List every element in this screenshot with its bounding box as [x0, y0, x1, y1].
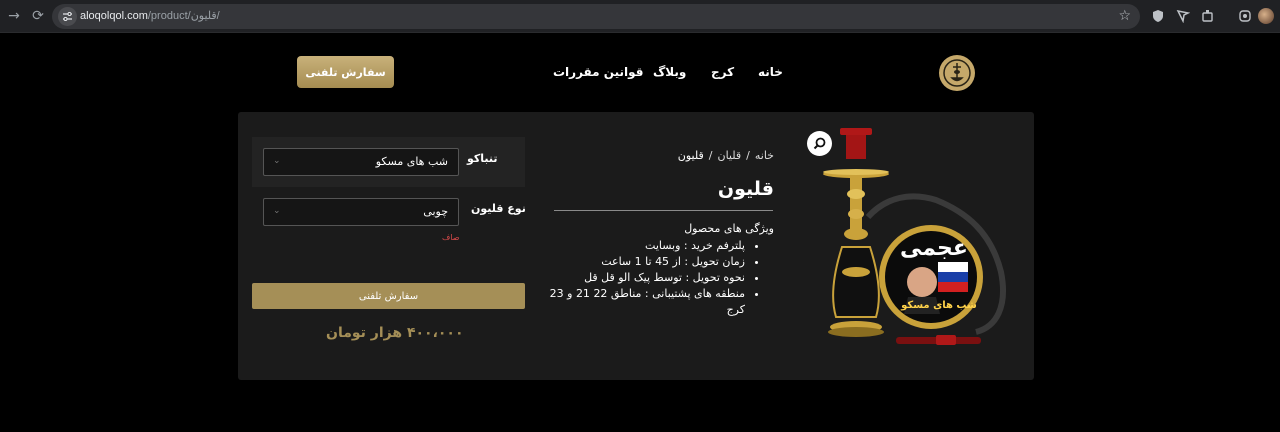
profile-avatar[interactable]	[1258, 8, 1274, 24]
address-bar[interactable]: aloqolqol.com/product/قلیون/ ☆	[52, 4, 1140, 29]
hookah-type-select[interactable]: چوبی ⌄	[263, 198, 459, 226]
order-button[interactable]: سفارش تلفنی	[252, 283, 525, 309]
tobacco-select-value: شب های مسکو	[375, 155, 448, 168]
product-image[interactable]: عجمی شب های مسکو	[816, 122, 1008, 352]
bookmark-star-icon[interactable]: ☆	[1118, 8, 1131, 24]
breadcrumb-home[interactable]: خانه	[755, 149, 774, 162]
site-info-icon[interactable]	[58, 7, 77, 26]
nav-item-rules[interactable]: قوانین مقررات	[553, 65, 644, 79]
browser-toolbar: → ⟳ aloqolqol.com/product/قلیون/ ☆	[0, 0, 1280, 33]
list-item: نحوه تحویل : توسط پیک الو قل قل	[545, 270, 745, 286]
product-card: تنباکو شب های مسکو ⌄ نوع قلیون چوبی ⌄ صا…	[238, 112, 1034, 380]
features-list: پلترفم خرید : وبسایت زمان تحویل : از 45 …	[545, 238, 759, 318]
search-icon	[813, 137, 826, 150]
tobacco-label: تنباکو	[467, 152, 498, 165]
flavor-text: شب های مسکو	[900, 300, 977, 311]
sync-icon[interactable]	[1238, 9, 1252, 23]
breadcrumb: خانه / قلیان / قلیون	[678, 149, 774, 162]
forward-icon[interactable]: →	[6, 8, 22, 24]
chevron-down-icon: ⌄	[273, 156, 281, 166]
tobacco-select[interactable]: شب های مسکو ⌄	[263, 148, 459, 176]
nav-item-blog[interactable]: وبلاگ	[653, 65, 686, 79]
shield-icon[interactable]	[1151, 9, 1165, 23]
reload-icon[interactable]: ⟳	[30, 8, 46, 24]
product-price: ۴۰۰،۰۰۰ هزار تومان	[326, 325, 464, 341]
site-logo[interactable]	[939, 55, 975, 91]
phone-order-button[interactable]: سفارش تلفنی	[297, 56, 394, 88]
url-text: aloqolqol.com/product/قلیون/	[80, 9, 220, 22]
breadcrumb-category[interactable]: قلیان	[718, 149, 742, 162]
product-title: قلیون	[717, 178, 774, 200]
breadcrumb-separator: /	[708, 149, 713, 162]
brand-text: عجمی	[900, 236, 968, 261]
list-item: منطقه های پشتیبانی : مناطق 22 21 و 23 کر…	[545, 286, 745, 318]
features-heading: ویژگی های محصول	[684, 222, 774, 235]
zoom-button[interactable]	[807, 131, 832, 156]
nav-item-home[interactable]: خانه	[758, 65, 783, 79]
url-host: aloqolqol.com	[80, 10, 148, 22]
list-item: پلترفم خرید : وبسایت	[545, 238, 745, 254]
clear-selection-link[interactable]: صاف	[442, 233, 460, 242]
list-item: زمان تحویل : از 45 تا 1 ساعت	[545, 254, 745, 270]
nav-item-karaj[interactable]: کرج	[711, 65, 734, 79]
url-path: /product/قلیون/	[147, 10, 220, 22]
arrow-extension-icon[interactable]	[1176, 9, 1190, 23]
hookah-type-select-value: چوبی	[423, 205, 448, 218]
puzzle-icon[interactable]	[1201, 9, 1215, 23]
title-divider	[554, 210, 773, 211]
breadcrumb-current: قلیون	[677, 149, 704, 162]
hookah-type-label: نوع قلیون	[471, 202, 526, 215]
breadcrumb-separator: /	[746, 149, 750, 162]
chevron-down-icon: ⌄	[273, 206, 281, 216]
